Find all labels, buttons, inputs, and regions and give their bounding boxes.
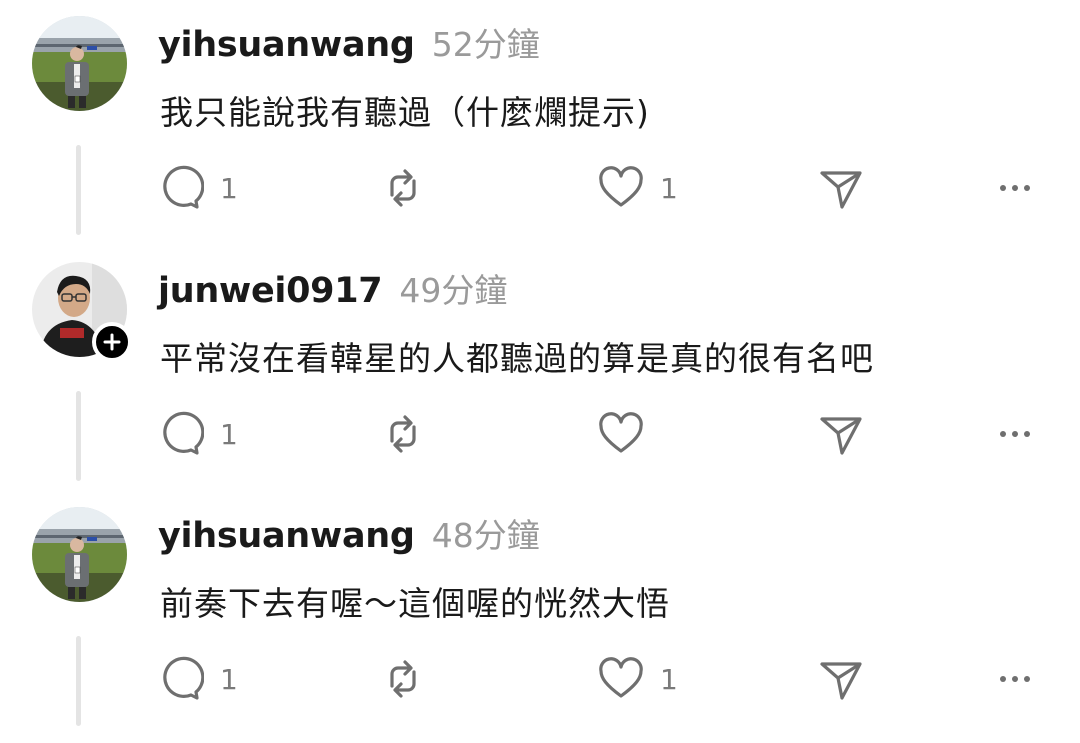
like-button[interactable]: 1 bbox=[598, 164, 678, 212]
post-text: 前奏下去有喔～這個喔的恍然大悟 bbox=[160, 584, 670, 623]
speech-bubble-icon bbox=[163, 656, 204, 700]
avatar[interactable] bbox=[32, 262, 132, 362]
timestamp: 52分鐘 bbox=[431, 25, 540, 64]
avatar[interactable] bbox=[32, 16, 127, 111]
repost-button[interactable] bbox=[380, 164, 426, 212]
post-header: yihsuanwang 52分鐘 bbox=[158, 18, 540, 66]
speech-bubble-icon bbox=[163, 165, 204, 209]
more-options-button[interactable] bbox=[998, 410, 1032, 458]
comment-post: yihsuanwang 52分鐘 我只能說我有聽過（什麼爛提示) 1 1 bbox=[0, 0, 1080, 245]
stadium-photo-avatar bbox=[32, 507, 127, 602]
reply-button[interactable]: 1 bbox=[158, 164, 238, 212]
ellipsis-icon bbox=[1000, 431, 1030, 437]
follow-button[interactable] bbox=[92, 322, 132, 362]
post-text: 平常沒在看韓星的人都聽過的算是真的很有名吧 bbox=[160, 339, 874, 378]
like-button[interactable]: 1 bbox=[598, 655, 678, 703]
share-button[interactable] bbox=[818, 164, 864, 212]
plus-icon bbox=[103, 333, 121, 351]
avatar[interactable] bbox=[32, 507, 127, 602]
reply-count: 1 bbox=[220, 662, 238, 696]
action-bar: 1 1 bbox=[158, 164, 1058, 212]
like-count: 1 bbox=[660, 662, 678, 696]
thread-line bbox=[76, 391, 81, 481]
repost-arrows-icon bbox=[390, 415, 416, 453]
repost-button[interactable] bbox=[380, 410, 426, 458]
heart-icon bbox=[599, 657, 643, 698]
post-header: yihsuanwang 48分鐘 bbox=[158, 509, 540, 557]
post-header: junwei0917 49分鐘 bbox=[158, 264, 507, 312]
paper-plane-icon bbox=[820, 171, 862, 209]
more-options-button[interactable] bbox=[998, 655, 1032, 703]
ellipsis-icon bbox=[1000, 185, 1030, 191]
share-button[interactable] bbox=[818, 410, 864, 458]
like-button[interactable] bbox=[598, 410, 660, 458]
stadium-photo-avatar bbox=[32, 16, 127, 111]
repost-arrows-icon bbox=[390, 660, 416, 698]
action-bar: 1 bbox=[158, 410, 1058, 458]
heart-icon bbox=[599, 166, 643, 207]
reply-count: 1 bbox=[220, 417, 238, 451]
repost-button[interactable] bbox=[380, 655, 426, 703]
reply-count: 1 bbox=[220, 171, 238, 205]
reply-button[interactable]: 1 bbox=[158, 655, 238, 703]
like-count: 1 bbox=[660, 171, 678, 205]
reply-button[interactable]: 1 bbox=[158, 410, 238, 458]
thread-line bbox=[76, 636, 81, 726]
heart-icon bbox=[599, 412, 643, 453]
comment-post: junwei0917 49分鐘 平常沒在看韓星的人都聽過的算是真的很有名吧 1 bbox=[0, 246, 1080, 491]
paper-plane-icon bbox=[820, 662, 862, 700]
comment-post: yihsuanwang 48分鐘 前奏下去有喔～這個喔的恍然大悟 1 1 bbox=[0, 491, 1080, 743]
speech-bubble-icon bbox=[163, 411, 204, 455]
more-options-button[interactable] bbox=[998, 164, 1032, 212]
paper-plane-icon bbox=[820, 417, 862, 455]
action-bar: 1 1 bbox=[158, 655, 1058, 703]
ellipsis-icon bbox=[1000, 676, 1030, 682]
repost-arrows-icon bbox=[390, 169, 416, 207]
timestamp: 48分鐘 bbox=[431, 516, 540, 555]
post-text: 我只能說我有聽過（什麼爛提示) bbox=[160, 93, 650, 132]
timestamp: 49分鐘 bbox=[399, 271, 508, 310]
share-button[interactable] bbox=[818, 655, 864, 703]
username[interactable]: yihsuanwang bbox=[158, 516, 415, 556]
username[interactable]: yihsuanwang bbox=[158, 25, 415, 65]
username[interactable]: junwei0917 bbox=[158, 271, 383, 311]
thread-line bbox=[76, 145, 81, 235]
